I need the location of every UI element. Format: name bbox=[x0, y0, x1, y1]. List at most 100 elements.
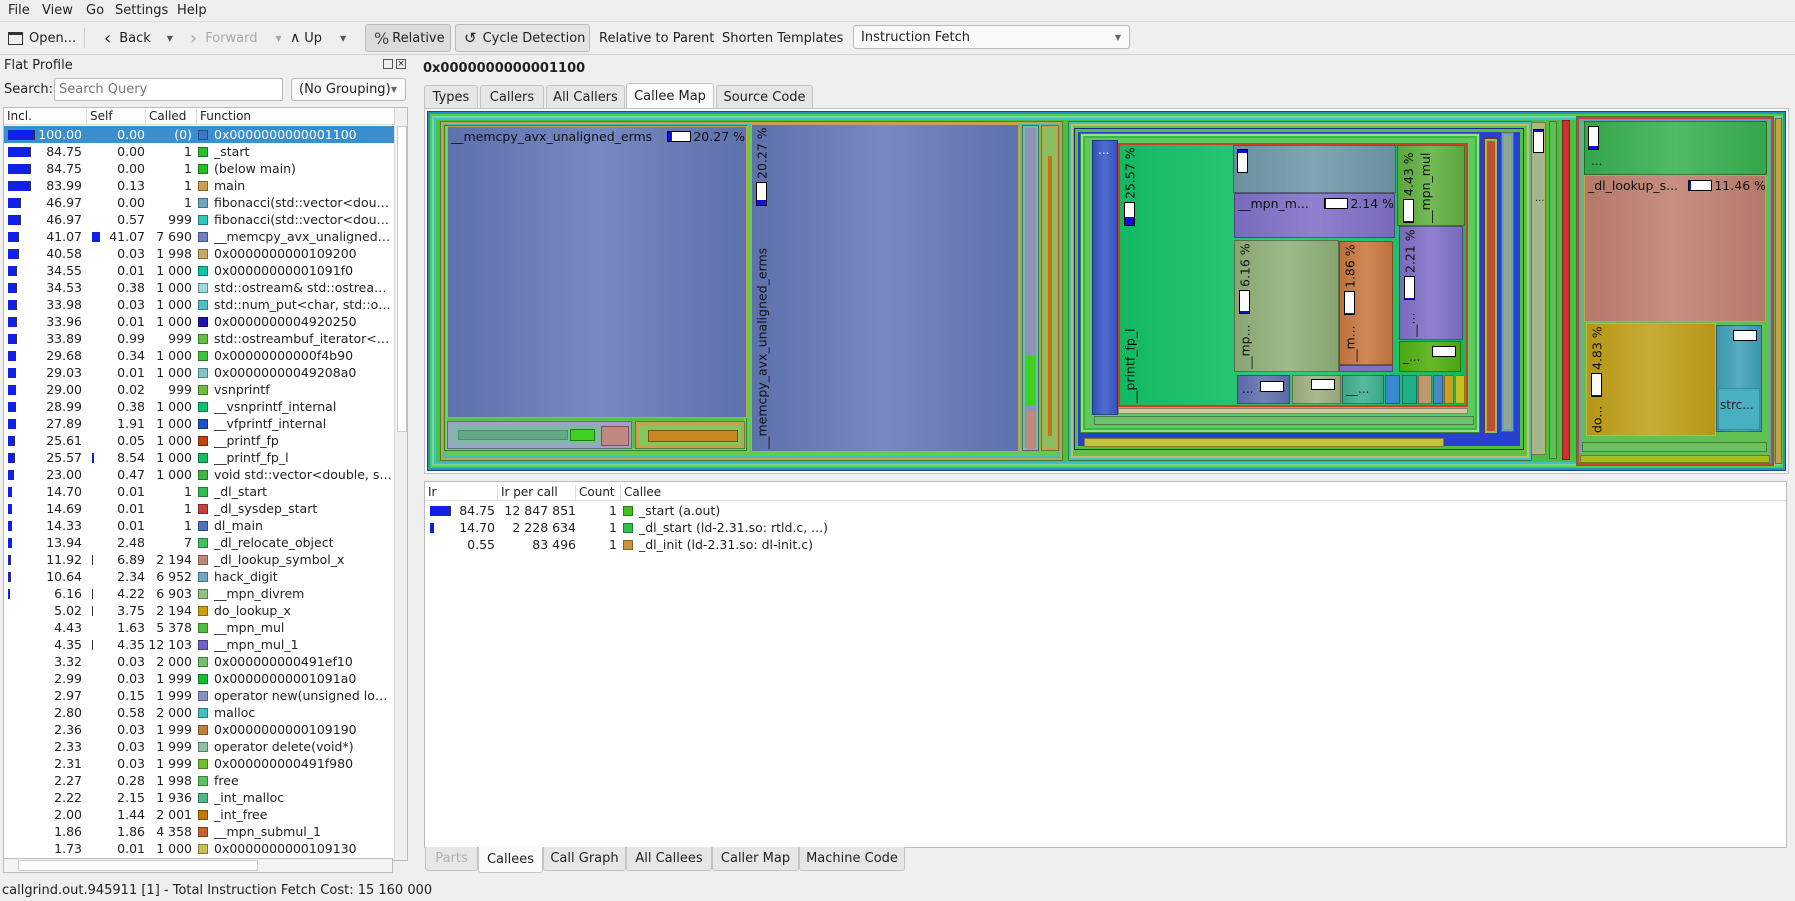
column-called[interactable]: Called bbox=[145, 109, 186, 125]
table-row[interactable]: 4.43 1.63 5 378 __mpn_mul bbox=[4, 619, 394, 636]
treemap-node[interactable] bbox=[1402, 375, 1417, 404]
table-row[interactable]: 2.27 0.28 1 998 free bbox=[4, 772, 394, 789]
treemap-node[interactable] bbox=[1041, 125, 1059, 451]
column-self[interactable]: Self bbox=[86, 109, 113, 125]
table-row[interactable]: 14.70 0.01 1 _dl_start bbox=[4, 483, 394, 500]
cycle-detection-toggle[interactable]: ↺ Cycle Detection bbox=[455, 24, 590, 52]
column-incl[interactable]: Incl. bbox=[4, 109, 32, 125]
treemap-node-mpn-mul[interactable]: __mpn_mul 4.43 % bbox=[1397, 145, 1465, 226]
shorten-templates-toggle[interactable]: Shorten Templates bbox=[722, 22, 843, 54]
menu-go[interactable]: Go bbox=[86, 3, 104, 18]
treemap-node[interactable] bbox=[1562, 120, 1570, 460]
table-row[interactable]: 46.97 0.00 1 fibonacci(std::vector<double, … bbox=[4, 194, 394, 211]
tab-callees[interactable]: Callees bbox=[478, 847, 543, 873]
table-row[interactable]: 4.35 4.35 12 103 __mpn_mul_1 bbox=[4, 636, 394, 653]
table-row[interactable]: 25.57 8.54 1 000 __printf_fp_l bbox=[4, 449, 394, 466]
treemap-node-do-lookup[interactable]: do... 4.83 % bbox=[1586, 323, 1716, 436]
table-row[interactable]: 14.70 2 228 634 1 _dl_start (ld-2.31.so: rt… bbox=[425, 519, 1786, 536]
relative-to-parent-toggle[interactable]: Relative to Parent bbox=[599, 22, 714, 54]
table-row[interactable]: 2.80 0.58 2 000 malloc bbox=[4, 704, 394, 721]
treemap-node-memcpy[interactable]: __memcpy_avx_unaligned_erms 20.27 % bbox=[751, 124, 1019, 452]
tab-callee-map[interactable]: Callee Map bbox=[626, 83, 714, 109]
horizontal-scrollbar[interactable] bbox=[3, 858, 393, 873]
back-button[interactable]: ‹ Back ▼ bbox=[104, 22, 173, 54]
table-row[interactable]: 6.16 4.22 6 903 __mpn_divrem bbox=[4, 585, 394, 602]
treemap-node-dl-lookup-symbol[interactable]: _dl_lookup_s... 11.46 % bbox=[1584, 175, 1766, 322]
treemap-node[interactable] bbox=[1501, 132, 1514, 432]
menu-view[interactable]: View bbox=[42, 3, 73, 18]
treemap-node[interactable] bbox=[1094, 416, 1474, 425]
table-row[interactable]: 33.96 0.01 1 000 0x0000000004920250 bbox=[4, 313, 394, 330]
search-input[interactable] bbox=[54, 78, 283, 101]
table-row[interactable]: 3.32 0.03 2 000 0x000000000491ef10 bbox=[4, 653, 394, 670]
table-row[interactable]: 10.64 2.34 6 952 hack_digit bbox=[4, 568, 394, 585]
table-row[interactable]: 2.97 0.15 1 999 operator new(unsigned long) bbox=[4, 687, 394, 704]
treemap-node[interactable]: ... bbox=[1237, 375, 1290, 404]
relative-toggle[interactable]: % Relative bbox=[365, 24, 451, 52]
table-row[interactable]: 1.86 1.86 4 358 __mpn_submul_1 bbox=[4, 823, 394, 840]
up-button[interactable]: ∧ Up ▼ bbox=[290, 22, 346, 54]
treemap-node[interactable] bbox=[1582, 442, 1767, 452]
treemap-node-mpn-m[interactable]: __mpn_m... 2.14 % bbox=[1234, 193, 1395, 238]
treemap-node[interactable] bbox=[1118, 408, 1468, 414]
column-ir-per-call[interactable]: Ir per call bbox=[497, 485, 558, 501]
table-row[interactable]: 34.53 0.38 1 000 std::ostream& std::ostream… bbox=[4, 279, 394, 296]
table-row[interactable]: 2.22 2.15 1 936 _int_malloc bbox=[4, 789, 394, 806]
table-row[interactable]: 84.75 12 847 851 1 _start (a.out) bbox=[425, 502, 1786, 519]
treemap-node[interactable] bbox=[1022, 125, 1039, 451]
table-row[interactable]: 29.00 0.02 999 vsnprintf bbox=[4, 381, 394, 398]
table-row[interactable]: 11.92 6.89 2 194 _dl_lookup_symbol_x bbox=[4, 551, 394, 568]
treemap-node[interactable] bbox=[1418, 375, 1432, 404]
treemap-node[interactable] bbox=[1549, 121, 1557, 459]
tab-parts[interactable]: Parts bbox=[425, 847, 478, 871]
column-count[interactable]: Count bbox=[575, 485, 615, 501]
float-panel-icon[interactable] bbox=[383, 59, 393, 69]
table-row[interactable]: 25.61 0.05 1 000 __printf_fp bbox=[4, 432, 394, 449]
forward-dropdown-icon[interactable]: ▼ bbox=[275, 34, 281, 43]
tab-callers[interactable]: Callers bbox=[480, 85, 544, 109]
treemap-node[interactable] bbox=[1339, 365, 1393, 372]
treemap-node[interactable] bbox=[1775, 118, 1782, 464]
treemap-node[interactable] bbox=[1233, 145, 1396, 193]
table-row[interactable]: 40.58 0.03 1 998 0x0000000000109200 bbox=[4, 245, 394, 262]
tab-all-callers[interactable]: All Callers bbox=[546, 85, 625, 109]
treemap-node[interactable] bbox=[1455, 375, 1465, 404]
treemap-node[interactable] bbox=[1084, 438, 1444, 447]
treemap-node[interactable] bbox=[1484, 138, 1498, 434]
treemap-node[interactable]: ... bbox=[1531, 122, 1546, 455]
tab-types[interactable]: Types bbox=[424, 85, 478, 109]
table-row[interactable]: 83.99 0.13 1 main bbox=[4, 177, 394, 194]
column-callee[interactable]: Callee bbox=[620, 485, 661, 501]
event-type-select[interactable]: Instruction Fetch ▼ bbox=[853, 25, 1130, 49]
table-row[interactable]: 29.03 0.01 1 000 0x00000000049208a0 bbox=[4, 364, 394, 381]
table-row[interactable]: 14.69 0.01 1 _dl_sysdep_start bbox=[4, 500, 394, 517]
up-dropdown-icon[interactable]: ▼ bbox=[340, 34, 346, 43]
table-row[interactable]: 34.55 0.01 1 000 0x00000000001091f0 bbox=[4, 262, 394, 279]
table-row[interactable]: 84.75 0.00 1 _start bbox=[4, 143, 394, 160]
close-panel-icon[interactable]: × bbox=[396, 59, 406, 69]
treemap-node-strcmp[interactable]: strc... bbox=[1716, 325, 1762, 432]
treemap-node-mpn-divrem[interactable]: __mp... 6.16 % bbox=[1234, 240, 1339, 372]
table-row[interactable]: 2.31 0.03 1 999 0x000000000491f980 bbox=[4, 755, 394, 772]
table-row[interactable]: 2.99 0.03 1 999 0x00000000001091a0 bbox=[4, 670, 394, 687]
table-row[interactable]: 2.36 0.03 1 999 0x0000000000109190 bbox=[4, 721, 394, 738]
treemap-node[interactable] bbox=[1580, 455, 1770, 463]
treemap-node[interactable] bbox=[1444, 375, 1454, 404]
tab-machine-code[interactable]: Machine Code bbox=[799, 847, 905, 871]
treemap-node[interactable] bbox=[1292, 375, 1341, 404]
column-ir[interactable]: Ir bbox=[425, 485, 436, 501]
treemap-node[interactable]: _... bbox=[1399, 341, 1461, 372]
table-row[interactable]: 33.89 0.99 999 std::ostreambuf_iterator<cha… bbox=[4, 330, 394, 347]
treemap-node[interactable] bbox=[1433, 375, 1443, 404]
table-row[interactable]: 13.94 2.48 7 _dl_relocate_object bbox=[4, 534, 394, 551]
forward-button[interactable]: › Forward ▼ bbox=[190, 22, 282, 54]
tab-all-callees[interactable]: All Callees bbox=[626, 847, 712, 871]
treemap-node[interactable] bbox=[447, 421, 632, 449]
tab-source-code[interactable]: Source Code bbox=[716, 85, 813, 109]
tab-caller-map[interactable]: Caller Map bbox=[712, 847, 799, 871]
tab-call-graph[interactable]: Call Graph bbox=[543, 847, 626, 871]
treemap-node[interactable]: ... bbox=[1584, 121, 1767, 175]
table-row[interactable]: 28.99 0.38 1 000 __vsnprintf_internal bbox=[4, 398, 394, 415]
table-row[interactable]: 84.75 0.00 1 (below main) bbox=[4, 160, 394, 177]
table-row[interactable]: 2.33 0.03 1 999 operator delete(void*) bbox=[4, 738, 394, 755]
